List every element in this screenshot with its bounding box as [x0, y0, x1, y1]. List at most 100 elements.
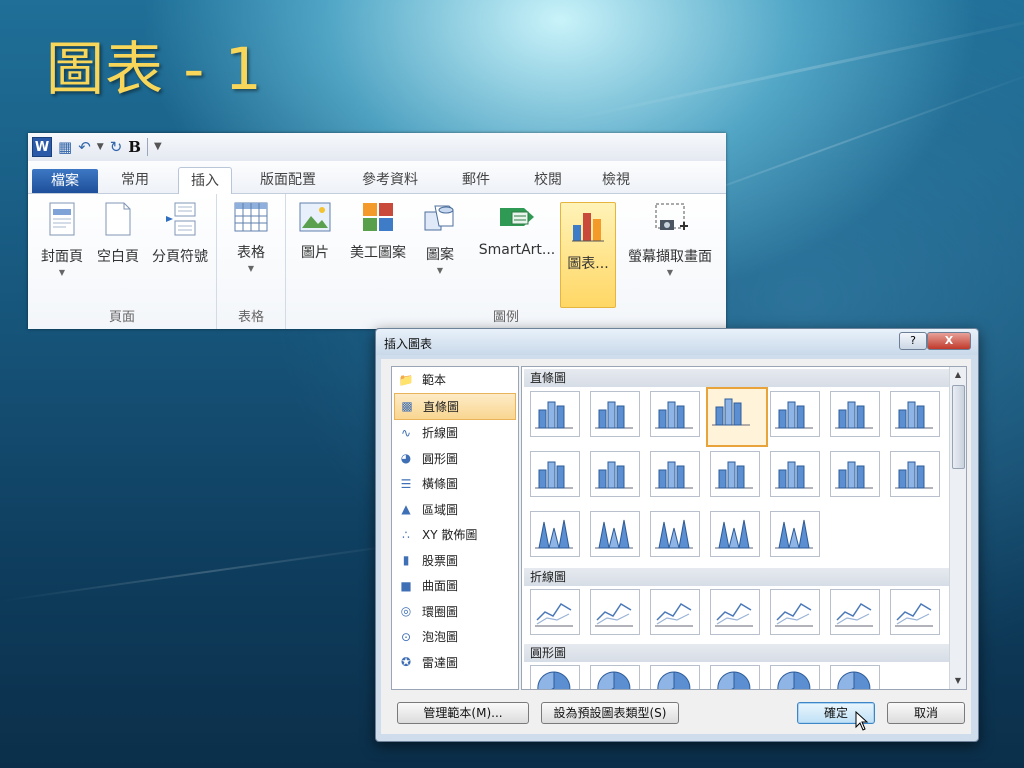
category-item[interactable]: ⊙ 泡泡圖: [392, 624, 518, 650]
chart-type-thumbnail[interactable]: [830, 391, 880, 437]
chart-type-thumbnail[interactable]: [590, 665, 640, 689]
category-item[interactable]: ◕ 圓形圖: [392, 446, 518, 472]
area-chart-icon: ▲: [401, 502, 411, 517]
chevron-down-icon: ▼: [436, 266, 444, 275]
chart-type-thumbnail[interactable]: [710, 665, 760, 689]
background-streak: [0, 541, 417, 602]
tab-page-layout[interactable]: 版面配置: [252, 167, 324, 193]
category-item[interactable]: ◎ 環圈圖: [392, 599, 518, 625]
pie-preview-icon: [777, 671, 811, 689]
tab-references[interactable]: 參考資料: [354, 167, 426, 193]
help-button[interactable]: ?: [899, 332, 927, 350]
blank-page-button[interactable]: 空白頁: [90, 202, 146, 266]
chart-type-thumbnail[interactable]: [770, 589, 820, 635]
chart-type-thumbnail[interactable]: [650, 391, 700, 437]
chart-type-thumbnail[interactable]: [650, 665, 700, 689]
bold-button[interactable]: B: [128, 138, 141, 156]
scroll-thumb[interactable]: [952, 385, 965, 469]
line-preview-icon: [775, 602, 813, 627]
tab-home[interactable]: 常用: [110, 167, 160, 193]
chart-type-thumbnail[interactable]: [590, 589, 640, 635]
chart-type-thumbnail[interactable]: [706, 387, 768, 447]
chart-type-thumbnail[interactable]: [650, 511, 700, 557]
chart-type-thumbnail[interactable]: [530, 451, 580, 497]
undo-dropdown-icon[interactable]: ▼: [97, 138, 104, 156]
chart-type-thumbnail[interactable]: [590, 511, 640, 557]
slide-title: 圖表 - 1: [46, 35, 263, 103]
category-item[interactable]: ∿ 折線圖: [392, 420, 518, 446]
tab-file[interactable]: 檔案: [32, 169, 98, 193]
category-item[interactable]: ▩ 直條圖: [394, 392, 516, 420]
page-break-icon: [166, 202, 196, 236]
chart-type-thumbnail[interactable]: [770, 665, 820, 689]
chart-type-thumbnail[interactable]: [890, 391, 940, 437]
manage-templates-button[interactable]: 管理範本(M)...: [397, 702, 529, 724]
undo-icon[interactable]: ↶: [78, 138, 91, 156]
smartart-button[interactable]: SmartArt...: [474, 202, 560, 258]
table-label: 表格: [237, 245, 265, 261]
chart-type-thumbnail[interactable]: [710, 511, 760, 557]
chart-type-thumbnail[interactable]: [770, 451, 820, 497]
screenshot-label: 螢幕擷取畫面: [628, 249, 712, 265]
cone-preview-icon: [655, 519, 693, 549]
scroll-up-icon[interactable]: ▲: [950, 367, 966, 383]
category-item[interactable]: ▲ 區域圖: [392, 497, 518, 523]
chart-button[interactable]: 圖表...: [560, 202, 616, 308]
chart-type-thumbnail[interactable]: [530, 511, 580, 557]
chart-type-thumbnail[interactable]: [890, 451, 940, 497]
chart-type-thumbnail[interactable]: [650, 451, 700, 497]
page-break-button[interactable]: 分頁符號: [146, 202, 214, 266]
close-button[interactable]: X: [927, 332, 971, 350]
word-ribbon: W ▦ ↶ ▼ ↻ B ▼ 檔案 常用 插入 版面配置 參考資料 郵件 校閱 檢…: [28, 133, 726, 329]
ribbon-tabs: 檔案 常用 插入 版面配置 參考資料 郵件 校閱 檢視: [28, 161, 726, 195]
chart-type-thumbnail[interactable]: [530, 589, 580, 635]
chart-type-thumbnail[interactable]: [710, 451, 760, 497]
tab-mailings[interactable]: 郵件: [456, 167, 496, 193]
shapes-button[interactable]: 圖案 ▼: [418, 202, 462, 275]
chart-type-thumbnail[interactable]: [530, 391, 580, 437]
qat-separator: [146, 138, 148, 156]
gallery-scrollbar[interactable]: ▲ ▼: [949, 367, 966, 689]
chart-type-thumbnail[interactable]: [770, 511, 820, 557]
tab-review[interactable]: 校閱: [528, 167, 568, 193]
screenshot-button[interactable]: 螢幕擷取畫面 ▼: [620, 202, 720, 277]
column-preview-icon: [655, 461, 693, 489]
chart-type-thumbnail[interactable]: [530, 665, 580, 689]
category-item[interactable]: 📁 範本: [392, 367, 518, 393]
picture-button[interactable]: 圖片: [290, 202, 340, 262]
chart-type-thumbnail[interactable]: [890, 589, 940, 635]
category-label: 橫條圖: [422, 477, 459, 492]
category-item[interactable]: ✪ 雷達圖: [392, 650, 518, 676]
cancel-button[interactable]: 取消: [887, 702, 965, 724]
pie-preview-icon: [537, 671, 571, 689]
group-label-illustrations: 圖例: [492, 310, 519, 325]
category-label: 直條圖: [423, 399, 460, 414]
chart-type-thumbnail[interactable]: [830, 451, 880, 497]
save-icon[interactable]: ▦: [58, 138, 72, 156]
blank-page-label: 空白頁: [97, 249, 139, 265]
tab-view[interactable]: 檢視: [596, 167, 636, 193]
chart-type-thumbnail[interactable]: [830, 665, 880, 689]
category-item[interactable]: ▮ 股票圖: [392, 548, 518, 574]
clipart-button[interactable]: 美工圖案: [346, 202, 410, 262]
category-label: 曲面圖: [422, 579, 459, 594]
chart-type-thumbnail[interactable]: [590, 391, 640, 437]
scroll-down-icon[interactable]: ▼: [950, 673, 966, 689]
set-default-chart-button[interactable]: 設為預設圖表類型(S): [541, 702, 679, 724]
chart-type-thumbnail[interactable]: [590, 451, 640, 497]
tab-insert[interactable]: 插入: [178, 167, 232, 195]
category-item[interactable]: ☰ 橫條圖: [392, 471, 518, 497]
column-preview-icon: [595, 461, 633, 489]
redo-icon[interactable]: ↻: [110, 138, 123, 156]
chart-type-thumbnail[interactable]: [710, 589, 760, 635]
chart-type-thumbnail[interactable]: [830, 589, 880, 635]
category-item[interactable]: ■ 曲面圖: [392, 573, 518, 599]
customize-qat-icon[interactable]: ▼: [154, 138, 162, 156]
cover-page-button[interactable]: 封面頁 ▼: [34, 202, 90, 277]
column-preview-icon: [712, 398, 750, 426]
table-button[interactable]: 表格 ▼: [223, 202, 279, 273]
chart-type-thumbnail[interactable]: [770, 391, 820, 437]
chart-type-thumbnail[interactable]: [650, 589, 700, 635]
dialog-titlebar[interactable]: 插入圖表 ? X: [376, 329, 978, 355]
category-item[interactable]: ∴ XY 散佈圖: [392, 522, 518, 548]
